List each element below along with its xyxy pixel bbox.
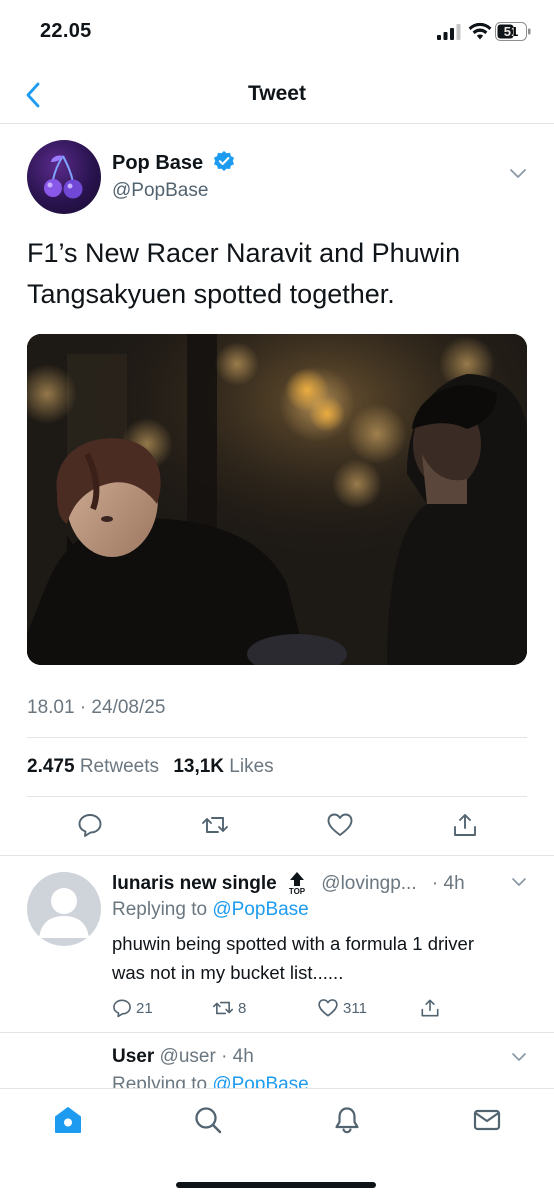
tweet-photo[interactable] <box>27 334 527 665</box>
reply-meta: User @user · 4h <box>112 1046 254 1068</box>
like-count: 311 <box>343 999 367 1017</box>
tweet-header: Pop Base @PopBase <box>27 140 527 216</box>
reply-author-name[interactable]: User <box>112 1046 154 1067</box>
heart-icon <box>327 813 353 836</box>
retweet-icon <box>202 817 228 833</box>
reply-retweet-button[interactable]: 8 <box>212 997 246 1019</box>
author-handle[interactable]: @PopBase <box>112 180 235 202</box>
share-icon <box>454 814 476 836</box>
chevron-down-icon[interactable] <box>511 877 527 888</box>
status-time: 22.05 <box>40 20 92 42</box>
reply-reply-button[interactable]: 21 <box>112 997 153 1019</box>
heart-icon <box>318 999 338 1017</box>
likes-count[interactable]: 13,1K <box>173 756 224 777</box>
page-title: Tweet <box>248 82 306 105</box>
reply-author-handle[interactable]: @lovingp... <box>321 873 416 894</box>
chevron-down-icon[interactable] <box>511 1052 527 1063</box>
replying-to: Replying to @PopBase <box>112 899 309 921</box>
battery-indicator: 51 <box>495 22 531 41</box>
author-avatar[interactable] <box>27 140 101 214</box>
replying-to-link[interactable]: @PopBase <box>212 899 308 920</box>
retweet-count: 8 <box>238 999 247 1017</box>
like-button[interactable] <box>325 810 355 840</box>
reply-author-name[interactable]: lunaris new single <box>112 873 277 894</box>
reply-count: 21 <box>136 999 153 1017</box>
tweet-timestamp: 18.01 · 24/08/25 <box>27 697 166 718</box>
tab-search[interactable] <box>192 1104 224 1136</box>
reply-button[interactable] <box>75 810 105 840</box>
reply-time: · 4h <box>431 873 465 895</box>
reply-actions: 21 8 311 <box>112 997 452 1019</box>
retweet-button[interactable] <box>200 810 230 840</box>
divider <box>27 796 527 797</box>
default-avatar[interactable] <box>27 872 101 946</box>
wifi-icon <box>468 22 492 40</box>
tab-messages[interactable] <box>471 1104 503 1136</box>
bell-icon <box>335 1107 359 1134</box>
replying-to-link[interactable]: @PopBase <box>212 1074 308 1088</box>
share-icon <box>421 999 439 1017</box>
divider <box>27 737 527 738</box>
mail-icon <box>473 1109 501 1131</box>
tweet-stats: 2.475 Retweets 13,1K Likes <box>27 756 283 778</box>
search-icon <box>195 1107 222 1134</box>
replying-to-prefix: Replying to <box>112 899 208 920</box>
home-icon <box>55 1107 81 1133</box>
reply-item[interactable]: User @user · 4h Replying to @PopBase <box>0 1033 554 1088</box>
tab-home[interactable] <box>52 1104 84 1136</box>
reply-meta: lunaris new single TOP @lovingp... · 4h <box>112 871 465 897</box>
battery-level: 51 <box>503 24 519 39</box>
reply-like-button[interactable]: 311 <box>317 997 367 1019</box>
tab-notifications[interactable] <box>331 1104 363 1136</box>
reply-item[interactable]: lunaris new single TOP @lovingp... · 4h … <box>0 856 554 1032</box>
chevron-down-icon[interactable] <box>509 168 527 180</box>
likes-label[interactable]: Likes <box>229 756 273 777</box>
tweet-actions <box>0 810 554 844</box>
replying-to: Replying to @PopBase <box>112 1074 309 1088</box>
reply-icon <box>78 814 102 837</box>
author-name[interactable]: Pop Base <box>112 152 203 175</box>
user-silhouette-icon <box>39 888 89 938</box>
reply-author-handle[interactable]: @user <box>160 1046 216 1067</box>
verified-badge-icon <box>213 150 235 177</box>
top-badge-label: TOP <box>288 887 306 896</box>
home-indicator[interactable] <box>176 1182 376 1188</box>
reply-share-button[interactable] <box>420 997 440 1019</box>
tweet-text: F1’s New Racer Naravit and Phuwin Tangsa… <box>27 238 461 309</box>
cherry-logo-icon <box>44 155 83 199</box>
reply-icon <box>113 999 131 1018</box>
retweets-label[interactable]: Retweets <box>80 756 159 777</box>
replying-to-prefix: Replying to <box>112 1074 208 1088</box>
reply-time: · 4h <box>221 1046 254 1067</box>
share-button[interactable] <box>450 810 480 840</box>
retweets-count[interactable]: 2.475 <box>27 756 75 777</box>
cellular-signal-icon <box>437 24 461 40</box>
retweet-icon <box>212 1001 234 1015</box>
reply-text: phuwin being spotted with a formula 1 dr… <box>112 933 474 983</box>
author-info: Pop Base @PopBase <box>112 150 235 202</box>
status-bar: 22.05 51 <box>0 0 554 66</box>
nav-bar: Tweet <box>0 66 554 124</box>
top-arrow-badge-icon: TOP <box>286 871 308 897</box>
